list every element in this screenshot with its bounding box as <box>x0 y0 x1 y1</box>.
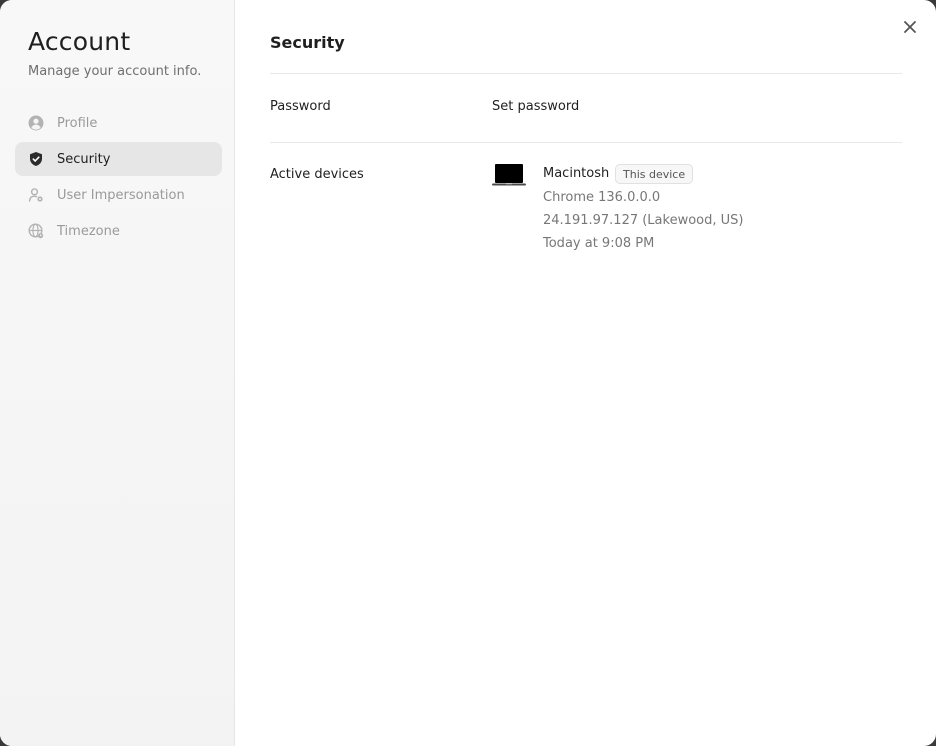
laptop-icon <box>492 163 526 187</box>
sidebar-item-security[interactable]: Security <box>15 142 222 176</box>
divider <box>270 142 902 143</box>
user-cog-icon <box>28 187 44 203</box>
sidebar-item-timezone[interactable]: Timezone <box>15 214 222 248</box>
sidebar-subtitle: Manage your account info. <box>28 64 202 79</box>
globe-icon <box>28 223 44 239</box>
sidebar-item-label: Profile <box>57 115 98 131</box>
divider <box>270 73 902 74</box>
sidebar-title: Account <box>28 27 131 56</box>
sidebar-item-label: Timezone <box>57 223 120 239</box>
device-ip-location: 24.191.97.127 (Lakewood, US) <box>543 213 744 228</box>
device-name: Macintosh <box>543 166 610 181</box>
password-label: Password <box>270 99 331 114</box>
set-password-button[interactable]: Set password <box>492 99 579 114</box>
account-sidebar: Account Manage your account info. Profil… <box>0 0 235 746</box>
page-title: Security <box>270 33 345 52</box>
user-circle-icon <box>28 115 44 131</box>
sidebar-item-label: Security <box>57 151 111 167</box>
close-button[interactable] <box>900 18 920 38</box>
account-modal: Account Manage your account info. Profil… <box>0 0 936 746</box>
this-device-badge: This device <box>615 164 694 184</box>
close-icon <box>903 19 917 38</box>
sidebar-item-user-impersonation[interactable]: User Impersonation <box>15 178 222 212</box>
security-panel: Security Password Set password Active de… <box>235 0 936 746</box>
sidebar-item-label: User Impersonation <box>57 187 185 203</box>
device-last-active: Today at 9:08 PM <box>543 236 655 251</box>
device-browser: Chrome 136.0.0.0 <box>543 190 661 205</box>
active-devices-label: Active devices <box>270 167 364 182</box>
shield-icon <box>28 151 44 167</box>
sidebar-item-profile[interactable]: Profile <box>15 106 222 140</box>
